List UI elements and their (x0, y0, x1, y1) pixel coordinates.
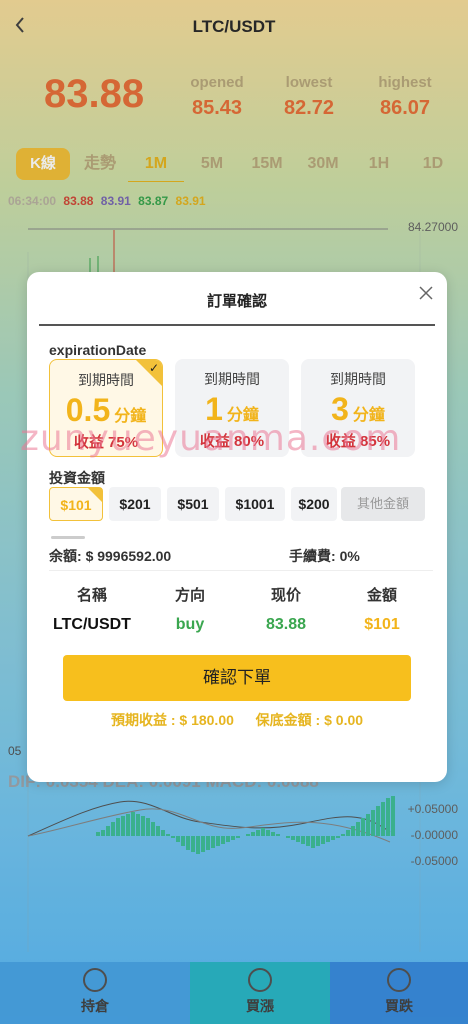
check-icon: ✓ (148, 361, 159, 375)
close-button[interactable] (419, 280, 433, 306)
divider (49, 570, 433, 571)
amount-option-200[interactable]: $200 (291, 487, 337, 521)
order-symbol: LTC/USDT (53, 616, 131, 633)
col-amount: 金額 (366, 587, 397, 604)
amount-scrollbar[interactable] (51, 536, 85, 539)
amount-option-other[interactable]: 其他金額 (341, 487, 425, 521)
balance-value: $ 9996592.00 (85, 548, 172, 564)
amount-option-101[interactable]: $101 (49, 487, 103, 521)
modal-title: 訂單確認 (206, 293, 267, 310)
order-summary: 預期收益 : $ 180.00 保底金額 : $ 0.00 (27, 710, 447, 730)
amount-option-201[interactable]: $201 (109, 487, 161, 521)
balance-label: 余額: (49, 548, 82, 564)
col-direction: 方向 (174, 587, 205, 604)
expiry-card-header: 到期時間 (330, 371, 386, 387)
fee-value: 0% (339, 548, 360, 564)
modal-divider (39, 324, 435, 326)
guaranteed-amount: 保底金額 : $ 0.00 (255, 712, 364, 728)
expiration-label: expirationDate (49, 342, 147, 358)
order-confirm-modal: 訂單確認 expirationDate ✓ 到期時間 0.5 分鐘 收益 75% … (27, 272, 447, 782)
fee-label: 手續費: (289, 548, 336, 564)
selected-corner (88, 488, 102, 502)
amount-option-1001[interactable]: $1001 (225, 487, 285, 521)
close-icon (419, 286, 433, 300)
amount-value: $101 (60, 497, 92, 513)
amount-option-501[interactable]: $501 (167, 487, 219, 521)
amount-label: 投資金額 (49, 470, 105, 486)
balance: 余額: $ 9996592.00 (49, 546, 171, 566)
expiry-card-header: 到期時間 (204, 371, 260, 387)
order-direction: buy (175, 616, 205, 633)
expected-profit: 預期收益 : $ 180.00 (110, 712, 234, 728)
col-price: 现价 (270, 587, 301, 604)
watermark-text: zunyueyuanma.com (20, 418, 402, 459)
order-amount: $101 (364, 616, 400, 633)
col-name: 名稱 (76, 587, 107, 604)
order-price: 83.88 (265, 616, 307, 633)
confirm-order-button[interactable]: 確認下單 (63, 655, 411, 701)
fee: 手續費: 0% (289, 546, 360, 566)
